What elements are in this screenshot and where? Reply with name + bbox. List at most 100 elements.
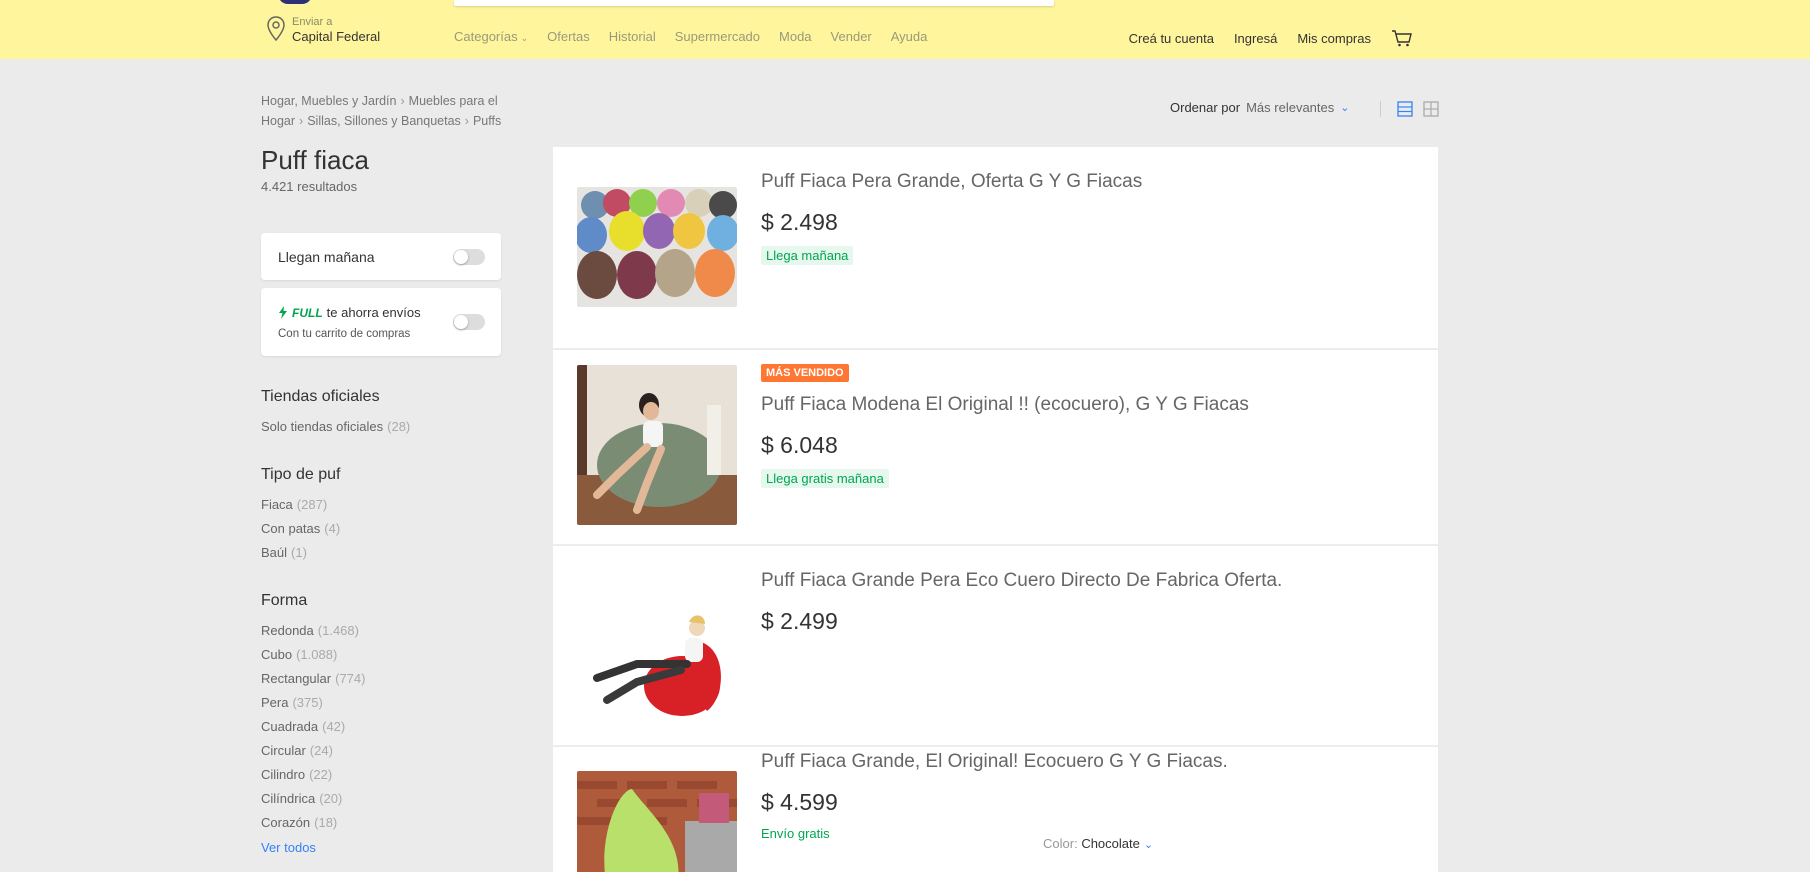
filter-group-title: Forma <box>261 592 308 609</box>
result-item[interactable]: Puff Fiaca Pera Grande, Oferta G Y G Fia… <box>553 147 1438 349</box>
nav-item-supermercado[interactable]: Supermercado <box>675 29 760 44</box>
nav-item-vender[interactable]: Vender <box>831 29 872 44</box>
product-image[interactable] <box>577 771 737 872</box>
full-badge: FULL <box>292 305 323 320</box>
chevron-down-icon: ⌄ <box>1340 102 1350 114</box>
green-beanbag-image <box>577 771 737 872</box>
nav-item-ofertas[interactable]: Ofertas <box>547 29 590 44</box>
shipping-badge: Llega mañana <box>761 246 854 265</box>
product-title[interactable]: Puff Fiaca Modena El Original !! (ecocue… <box>761 394 1249 416</box>
filter-option[interactable]: Baúl (1) <box>261 541 340 565</box>
product-title[interactable]: Puff Fiaca Grande Pera Eco Cuero Directo… <box>761 570 1282 592</box>
breadcrumb-item[interactable]: Hogar, Muebles y Jardín <box>261 94 397 108</box>
chevron-right-icon: › <box>400 94 405 108</box>
sort-value: Más relevantes <box>1246 100 1335 115</box>
breadcrumb-item[interactable]: Sillas, Sillones y Banquetas <box>307 114 461 128</box>
product-image[interactable] <box>577 365 737 525</box>
full-subtext: Con tu carrito de compras <box>278 328 411 340</box>
login-link[interactable]: Ingresá <box>1234 31 1277 46</box>
filter-option[interactable]: Redonda (1.468) <box>261 619 365 643</box>
result-info: Puff Fiaca Pera Grande, Oferta G Y G Fia… <box>761 171 1142 265</box>
chevron-down-icon: ⌄ <box>1143 839 1154 851</box>
product-price: $ 2.498 <box>761 209 838 235</box>
my-purchases-link[interactable]: Mis compras <box>1297 31 1371 46</box>
breadcrumb-item[interactable]: Puffs <box>473 114 501 128</box>
result-item[interactable]: Puff Fiaca Grande, El Original! Ecocuero… <box>553 747 1438 872</box>
toggle-knob <box>454 315 468 329</box>
red-beanbag-image <box>577 566 737 726</box>
delivery-location[interactable]: Enviar a Capital Federal <box>266 16 380 45</box>
filter-group-title: Tipo de puf <box>261 466 341 483</box>
filter-group-tiendas: Solo tiendas oficiales (28) <box>261 415 410 439</box>
color-selector[interactable]: Color: Chocolate ⌄ <box>1043 836 1153 851</box>
product-image[interactable] <box>577 187 737 307</box>
create-account-link[interactable]: Creá tu cuenta <box>1129 31 1214 46</box>
view-toggles <box>1380 101 1439 117</box>
results-count: 4.421 resultados <box>261 179 358 194</box>
llegan-manana-filter[interactable]: Llegan mañana <box>261 233 501 280</box>
filter-option[interactable]: Corazón (18) <box>261 811 365 835</box>
search-input[interactable] <box>454 0 1054 6</box>
top-header: Enviar a Capital Federal Categorías ⌄ Ofe… <box>0 0 1810 59</box>
nav-item-ayuda[interactable]: Ayuda <box>891 29 928 44</box>
shipping-badge: Envío gratis <box>761 826 830 841</box>
result-info: MÁS VENDIDO Puff Fiaca Modena El Origina… <box>761 363 1249 488</box>
filter-option[interactable]: Con patas (4) <box>261 517 340 541</box>
sort-control[interactable]: Ordenar por Más relevantes ⌄ <box>1170 100 1349 115</box>
chevron-right-icon: › <box>464 114 469 128</box>
logo[interactable] <box>278 0 312 4</box>
product-title[interactable]: Puff Fiaca Pera Grande, Oferta G Y G Fia… <box>761 171 1142 193</box>
nav-item-moda[interactable]: Moda <box>779 29 812 44</box>
product-title[interactable]: Puff Fiaca Grande, El Original! Ecocuero… <box>761 751 1228 773</box>
full-toggle[interactable] <box>453 314 485 330</box>
product-price: $ 4.599 <box>761 789 838 815</box>
filter-option[interactable]: Rectangular (774) <box>261 667 365 691</box>
list-view-icon[interactable] <box>1397 101 1413 117</box>
see-all-link[interactable]: Ver todos <box>261 840 316 855</box>
result-info: Puff Fiaca Grande Pera Eco Cuero Directo… <box>761 570 1282 635</box>
user-nav: Creá tu cuenta Ingresá Mis compras <box>1129 29 1413 47</box>
filter-option[interactable]: Cilindro (22) <box>261 763 365 787</box>
sort-label: Ordenar por <box>1170 100 1241 115</box>
filter-option[interactable]: Cilíndrica (20) <box>261 787 365 811</box>
filter-group-tipo: Fiaca (287) Con patas (4) Baúl (1) <box>261 493 340 565</box>
full-filter-line: FULL te ahorra envíos <box>278 305 421 320</box>
grid-view-icon[interactable] <box>1423 101 1439 117</box>
product-price: $ 6.048 <box>761 432 838 458</box>
result-item[interactable]: Puff Fiaca Grande Pera Eco Cuero Directo… <box>553 546 1438 746</box>
filter-option[interactable]: Pera (375) <box>261 691 365 715</box>
filter-option[interactable]: Circular (24) <box>261 739 365 763</box>
filter-option[interactable]: Solo tiendas oficiales (28) <box>261 415 410 439</box>
results-list: Puff Fiaca Pera Grande, Oferta G Y G Fia… <box>553 147 1438 872</box>
color-value: Chocolate <box>1081 836 1140 851</box>
result-info: Puff Fiaca Grande, El Original! Ecocuero… <box>761 751 1228 843</box>
filter-option[interactable]: Fiaca (287) <box>261 493 340 517</box>
divider <box>1380 101 1381 117</box>
chevron-right-icon: › <box>299 114 304 128</box>
filter-label: Llegan mañana <box>278 249 375 265</box>
main-nav: Categorías ⌄ Ofertas Historial Supermerca… <box>454 29 927 44</box>
woman-on-beanbag-image <box>577 365 737 525</box>
shipping-badge: Llega gratis mañana <box>761 469 889 488</box>
best-seller-badge: MÁS VENDIDO <box>761 364 849 382</box>
product-price: $ 2.499 <box>761 608 838 634</box>
toggle-knob <box>454 250 468 264</box>
llegan-manana-toggle[interactable] <box>453 249 485 265</box>
full-text: te ahorra envíos <box>326 305 421 320</box>
nav-item-historial[interactable]: Historial <box>609 29 656 44</box>
filter-option[interactable]: Cubo (1.088) <box>261 643 365 667</box>
full-filter[interactable]: FULL te ahorra envíos Con tu carrito de … <box>261 288 501 356</box>
beanbag-collection-image <box>577 187 737 307</box>
lightning-icon <box>279 306 287 319</box>
product-image[interactable] <box>577 566 737 726</box>
location-value: Capital Federal <box>292 29 381 44</box>
location-label: Enviar a <box>292 16 333 28</box>
cart-icon[interactable] <box>1391 29 1413 47</box>
nav-item-categorias[interactable]: Categorías ⌄ <box>454 29 528 44</box>
page-title: Puff fiaca <box>261 145 369 175</box>
filter-group-forma: Redonda (1.468) Cubo (1.088) Rectangular (7… <box>261 619 365 835</box>
location-pin-icon <box>267 16 285 42</box>
result-item[interactable]: MÁS VENDIDO Puff Fiaca Modena El Origina… <box>553 350 1438 545</box>
chevron-down-icon: ⌄ <box>520 33 529 43</box>
filter-option[interactable]: Cuadrada (42) <box>261 715 365 739</box>
